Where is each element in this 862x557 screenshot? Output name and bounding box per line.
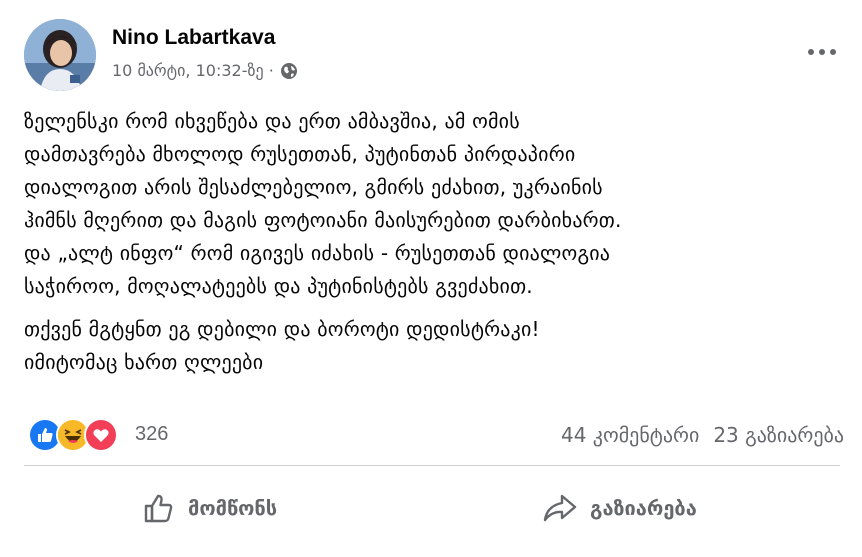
post-line: ჰიმნს მღერით და მაგის ფოტოიანი მაისურები… [24,208,622,232]
post-body: ზელენსკი რომ იხვეწება და ერთ ამბავშია, ა… [24,105,854,379]
post-meta: 10 მარტი, 10:32-ზე · [112,61,298,80]
like-button[interactable]: მომწონს [142,480,277,536]
post-timestamp[interactable]: 10 მარტი, 10:32-ზე · [112,61,274,80]
post-line: თქვენ მგტყნთ ეგ დებილი და ბოროტი დედისტრ… [24,317,540,341]
thumbs-up-icon [142,491,176,525]
globe-icon[interactable] [280,62,298,80]
avatar[interactable] [24,19,96,91]
engagement-counts: 44 კომენტარი 23 გაზიარება [561,423,844,447]
comment-count[interactable]: 44 კომენტარი [561,423,699,447]
share-arrow-icon [542,492,578,524]
post-line: დამთავრება მხოლოდ რუსეთთან, პუტინთან პირ… [24,142,576,166]
post-line: საჭიროო, მოღალატეებს და პუტინისტებს გვეძ… [24,274,533,298]
author-name[interactable]: Nino Labartkava [112,26,275,50]
post-stats: 326 44 კომენტარი 23 გაზიარება [24,418,844,454]
share-count[interactable]: 23 გაზიარება [713,423,844,447]
post-actions: მომწონს გაზიარება [24,468,840,548]
share-button[interactable]: გაზიარება [542,480,697,536]
share-label: გაზიარება [590,496,697,520]
post-header: Nino Labartkava 10 მარტი, 10:32-ზე · [24,19,844,91]
post-line: დიალოგით არის შესაძლებელიო, გმირს ეძახით… [24,175,603,199]
like-label: მომწონს [188,496,278,520]
love-reaction-icon[interactable] [84,418,118,452]
post-line: ზელენსკი რომ იხვეწება და ერთ ამბავშია, ა… [24,109,520,133]
reaction-count[interactable]: 326 [135,423,168,446]
post-line: იმიტომაც ხართ ღლეები [24,350,264,374]
reaction-icons[interactable] [28,418,118,452]
more-options-icon[interactable] [804,41,840,63]
post-line: და „ალტ ინფო“ რომ იგივეს იძახის - რუსეთთ… [24,241,611,265]
divider [24,465,840,466]
